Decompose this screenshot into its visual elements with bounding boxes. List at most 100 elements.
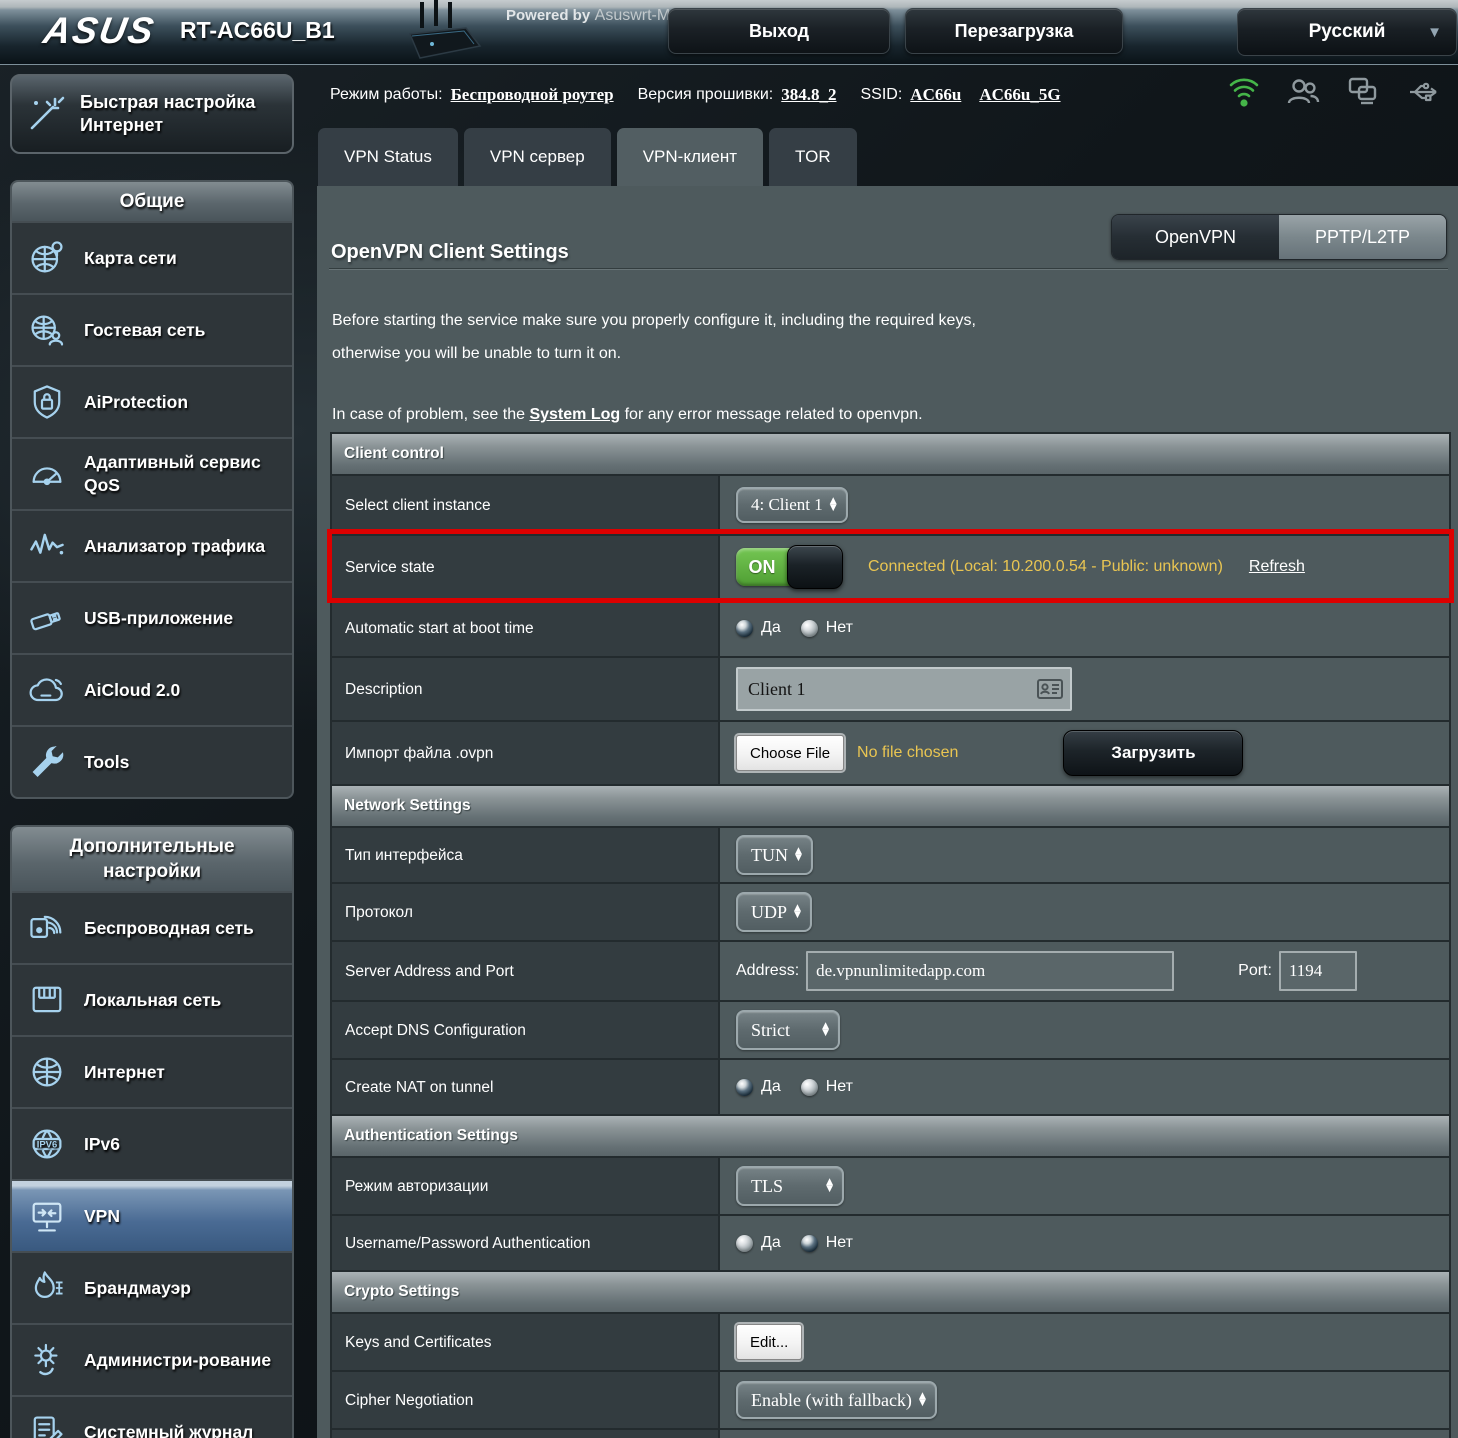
sidebar-item-aicloud[interactable]: AiCloud 2.0 bbox=[12, 653, 292, 725]
tab-vpn-server[interactable]: VPN сервер bbox=[464, 128, 611, 186]
sidebar-item-label: IPv6 bbox=[84, 1133, 120, 1156]
nat-yes-radio[interactable] bbox=[736, 1079, 753, 1096]
radio-label: Да bbox=[761, 1234, 781, 1252]
mode-label: Режим работы: bbox=[330, 86, 443, 104]
interface-type-select[interactable]: TUN ▲▼ bbox=[736, 835, 813, 875]
autostart-yes-radio[interactable] bbox=[736, 620, 753, 637]
tab-vpn-client[interactable]: VPN-клиент bbox=[617, 128, 763, 186]
table-row: Режим авторизации TLS ▲▼ bbox=[332, 1156, 1449, 1214]
userpass-no-radio[interactable] bbox=[801, 1235, 818, 1252]
guest-network-icon bbox=[24, 310, 70, 350]
problem-text: In case of problem, see the System Log f… bbox=[332, 406, 923, 424]
auth-mode-select[interactable]: TLS ▲▼ bbox=[736, 1166, 844, 1206]
system-log-link[interactable]: System Log bbox=[529, 406, 620, 423]
wifi-status-icon[interactable] bbox=[1228, 75, 1260, 109]
table-row: Протокол UDP ▲▼ bbox=[332, 882, 1449, 940]
section-title: Дополнительные настройки bbox=[12, 827, 292, 891]
section-title: Общие bbox=[12, 182, 292, 221]
dns-config-select[interactable]: Strict ▲▼ bbox=[736, 1010, 840, 1050]
toggle-knob[interactable] bbox=[787, 545, 843, 589]
svg-text:IPV6: IPV6 bbox=[37, 1139, 57, 1150]
openvpn-button[interactable]: OpenVPN bbox=[1112, 215, 1279, 259]
sidebar-item-system-log[interactable]: Системный журнал bbox=[12, 1395, 292, 1438]
waveform-icon bbox=[24, 526, 70, 566]
vpn-client-panel: OpenVPN Client Settings OpenVPN PPTP/L2T… bbox=[317, 186, 1458, 1438]
language-selector[interactable]: Русский ▼ bbox=[1237, 8, 1457, 56]
chevron-down-icon: ▼ bbox=[1427, 24, 1442, 41]
cipher-negotiation-select[interactable]: Enable (with fallback) ▲▼ bbox=[736, 1381, 937, 1419]
refresh-link[interactable]: Refresh bbox=[1249, 558, 1305, 576]
autostart-no-radio[interactable] bbox=[801, 620, 818, 637]
client-instance-select[interactable]: 4: Client 1 ▲▼ bbox=[736, 487, 848, 523]
contact-card-icon[interactable] bbox=[1037, 679, 1063, 699]
sidebar-item-label: Брандмауэр bbox=[84, 1277, 191, 1300]
clients-icon[interactable] bbox=[1286, 76, 1320, 108]
pptp-l2tp-button[interactable]: PPTP/L2TP bbox=[1279, 215, 1446, 259]
sidebar-item-tools[interactable]: Tools bbox=[12, 725, 292, 797]
sidebar-item-administration[interactable]: Администри-рование bbox=[12, 1323, 292, 1395]
address-label: Address: bbox=[736, 962, 799, 980]
mode-link[interactable]: Беспроводной роутер bbox=[451, 85, 614, 105]
reboot-button[interactable]: Перезагрузка bbox=[905, 8, 1123, 54]
sidebar-item-guest-network[interactable]: Гостевая сеть bbox=[12, 293, 292, 365]
powered-by-line1: Powered by bbox=[506, 7, 590, 24]
select-arrows-icon: ▲▼ bbox=[795, 848, 802, 863]
upload-button[interactable]: Загрузить bbox=[1063, 730, 1243, 776]
sidebar-item-wan[interactable]: Интернет bbox=[12, 1035, 292, 1107]
magic-wand-icon bbox=[22, 91, 68, 137]
choose-file-button[interactable]: Choose File bbox=[736, 735, 844, 771]
page-title: OpenVPN Client Settings bbox=[331, 241, 569, 264]
intro-text: Before starting the service make sure yo… bbox=[332, 304, 976, 370]
nat-no-radio[interactable] bbox=[801, 1079, 818, 1096]
sidebar-item-usb-application[interactable]: USB-приложение bbox=[12, 581, 292, 653]
section-header-client-control: Client control bbox=[332, 434, 1449, 474]
connection-status: Connected (Local: 10.200.0.54 - Public: … bbox=[868, 558, 1223, 576]
select-arrows-icon: ▲▼ bbox=[826, 1179, 833, 1194]
row-label: Create NAT on tunnel bbox=[332, 1060, 720, 1114]
sidebar-item-firewall[interactable]: Брандмауэр bbox=[12, 1251, 292, 1323]
row-label: Description bbox=[332, 658, 720, 720]
sidebar-item-qos[interactable]: Адаптивный сервис QoS bbox=[12, 437, 292, 509]
sidebar-item-vpn[interactable]: VPN bbox=[12, 1179, 292, 1251]
ssid-5g-link[interactable]: AC66u_5G bbox=[979, 85, 1060, 105]
devices-icon[interactable] bbox=[1346, 76, 1380, 108]
row-label: Протокол bbox=[332, 884, 720, 940]
protocol-select[interactable]: UDP ▲▼ bbox=[736, 892, 812, 932]
sidebar-item-wireless[interactable]: Беспроводная сеть bbox=[12, 891, 292, 963]
status-icons bbox=[1228, 72, 1442, 112]
service-state-toggle[interactable]: ON bbox=[736, 548, 840, 586]
server-port-input[interactable] bbox=[1279, 951, 1357, 991]
sidebar-item-label: Интернет bbox=[84, 1061, 165, 1084]
firmware-link[interactable]: 384.8_2 bbox=[781, 85, 836, 105]
logout-button[interactable]: Выход bbox=[668, 8, 890, 54]
server-address-input[interactable] bbox=[806, 951, 1174, 991]
description-input[interactable] bbox=[736, 667, 1072, 711]
sidebar-item-traffic-analyzer[interactable]: Анализатор трафика bbox=[12, 509, 292, 581]
sidebar-item-label: Гостевая сеть bbox=[84, 319, 205, 342]
userpass-yes-radio[interactable] bbox=[736, 1235, 753, 1252]
radio-label: Да bbox=[761, 1078, 781, 1096]
sidebar-item-quick-setup[interactable]: Быстрая настройка Интернет bbox=[10, 74, 294, 154]
tab-vpn-status[interactable]: VPN Status bbox=[318, 128, 458, 186]
asus-logo: ASUS bbox=[40, 10, 158, 52]
sidebar-item-label: Беспроводная сеть bbox=[84, 917, 254, 940]
sidebar-item-network-map[interactable]: Карта сети bbox=[12, 221, 292, 293]
usb-status-icon[interactable] bbox=[1406, 77, 1442, 107]
file-status: No file chosen bbox=[857, 744, 958, 762]
section-header-network-settings: Network Settings bbox=[332, 784, 1449, 826]
radio-label: Нет bbox=[826, 619, 853, 637]
cloud-icon bbox=[24, 670, 70, 710]
row-label: Username/Password Authentication bbox=[332, 1216, 720, 1270]
sidebar-item-ipv6[interactable]: IPV6 IPv6 bbox=[12, 1107, 292, 1179]
network-map-icon bbox=[24, 238, 70, 278]
table-row: Username/Password Authentication Да Нет bbox=[332, 1214, 1449, 1270]
tab-tor[interactable]: TOR bbox=[769, 128, 857, 186]
sidebar-item-label: Карта сети bbox=[84, 247, 177, 270]
sidebar-item-lan[interactable]: Локальная сеть bbox=[12, 963, 292, 1035]
ssid-2g-link[interactable]: AC66u bbox=[910, 85, 961, 105]
interface-type-value: TUN bbox=[751, 845, 788, 866]
row-label: Select client instance bbox=[332, 476, 720, 534]
sidebar-item-aiprotection[interactable]: AiProtection bbox=[12, 365, 292, 437]
row-label: Режим авторизации bbox=[332, 1158, 720, 1214]
edit-keys-button[interactable]: Edit... bbox=[736, 1324, 802, 1360]
